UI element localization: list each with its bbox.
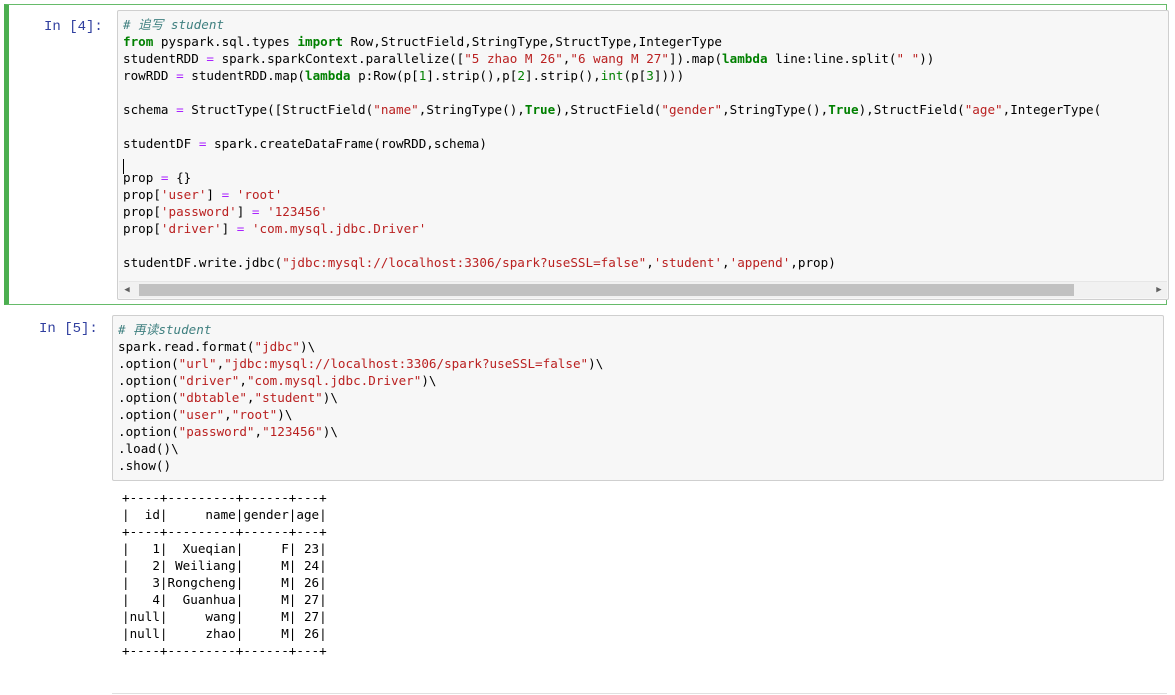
- code-text[interactable]: # 再读student spark.read.format("jdbc")\ .…: [113, 316, 1163, 474]
- code-comment: # 再读student: [118, 322, 212, 337]
- table-row: | 1| Xueqian| F| 23|: [122, 541, 327, 556]
- table-border: +----+---------+------+---+: [122, 643, 327, 658]
- cell-output: +----+---------+------+---+ | id| name|g…: [112, 487, 1164, 667]
- code-editor[interactable]: # 再读student spark.read.format("jdbc")\ .…: [112, 315, 1164, 481]
- horizontal-scrollbar[interactable]: ◀ ▶: [119, 281, 1167, 298]
- table-border: +----+---------+------+---+: [122, 490, 327, 505]
- code-text[interactable]: # 追写 student from pyspark.sql.types impo…: [118, 11, 1168, 271]
- scroll-left-arrow-icon[interactable]: ◀: [119, 282, 135, 298]
- input-prompt: In [5]:: [39, 321, 98, 337]
- table-row: |null| zhao| M| 26|: [122, 626, 327, 641]
- code-cell-5[interactable]: In [5]: # 再读student spark.read.format("j…: [4, 313, 1167, 683]
- code-cell-4[interactable]: In [4]: # 追写 student from pyspark.sql.ty…: [4, 4, 1169, 305]
- table-row: | 2| Weiliang| M| 24|: [122, 558, 327, 573]
- code-editor[interactable]: # 追写 student from pyspark.sql.types impo…: [117, 10, 1169, 300]
- table-row: | 4| Guanhua| M| 27|: [122, 592, 327, 607]
- cell-divider: [112, 693, 1167, 694]
- text-cursor: [123, 159, 124, 174]
- table-row: |null| wang| M| 27|: [122, 609, 327, 624]
- table-row: | 3|Rongcheng| M| 26|: [122, 575, 327, 590]
- table-border: +----+---------+------+---+: [122, 524, 327, 539]
- scrollbar-thumb[interactable]: [139, 284, 1074, 296]
- code-comment: # 追写 student: [123, 17, 225, 32]
- input-prompt: In [4]:: [44, 19, 103, 35]
- scroll-right-arrow-icon[interactable]: ▶: [1151, 282, 1167, 298]
- table-header: | id| name|gender|age|: [122, 507, 327, 522]
- dataframe-output-table: +----+---------+------+---+ | id| name|g…: [112, 487, 1164, 659]
